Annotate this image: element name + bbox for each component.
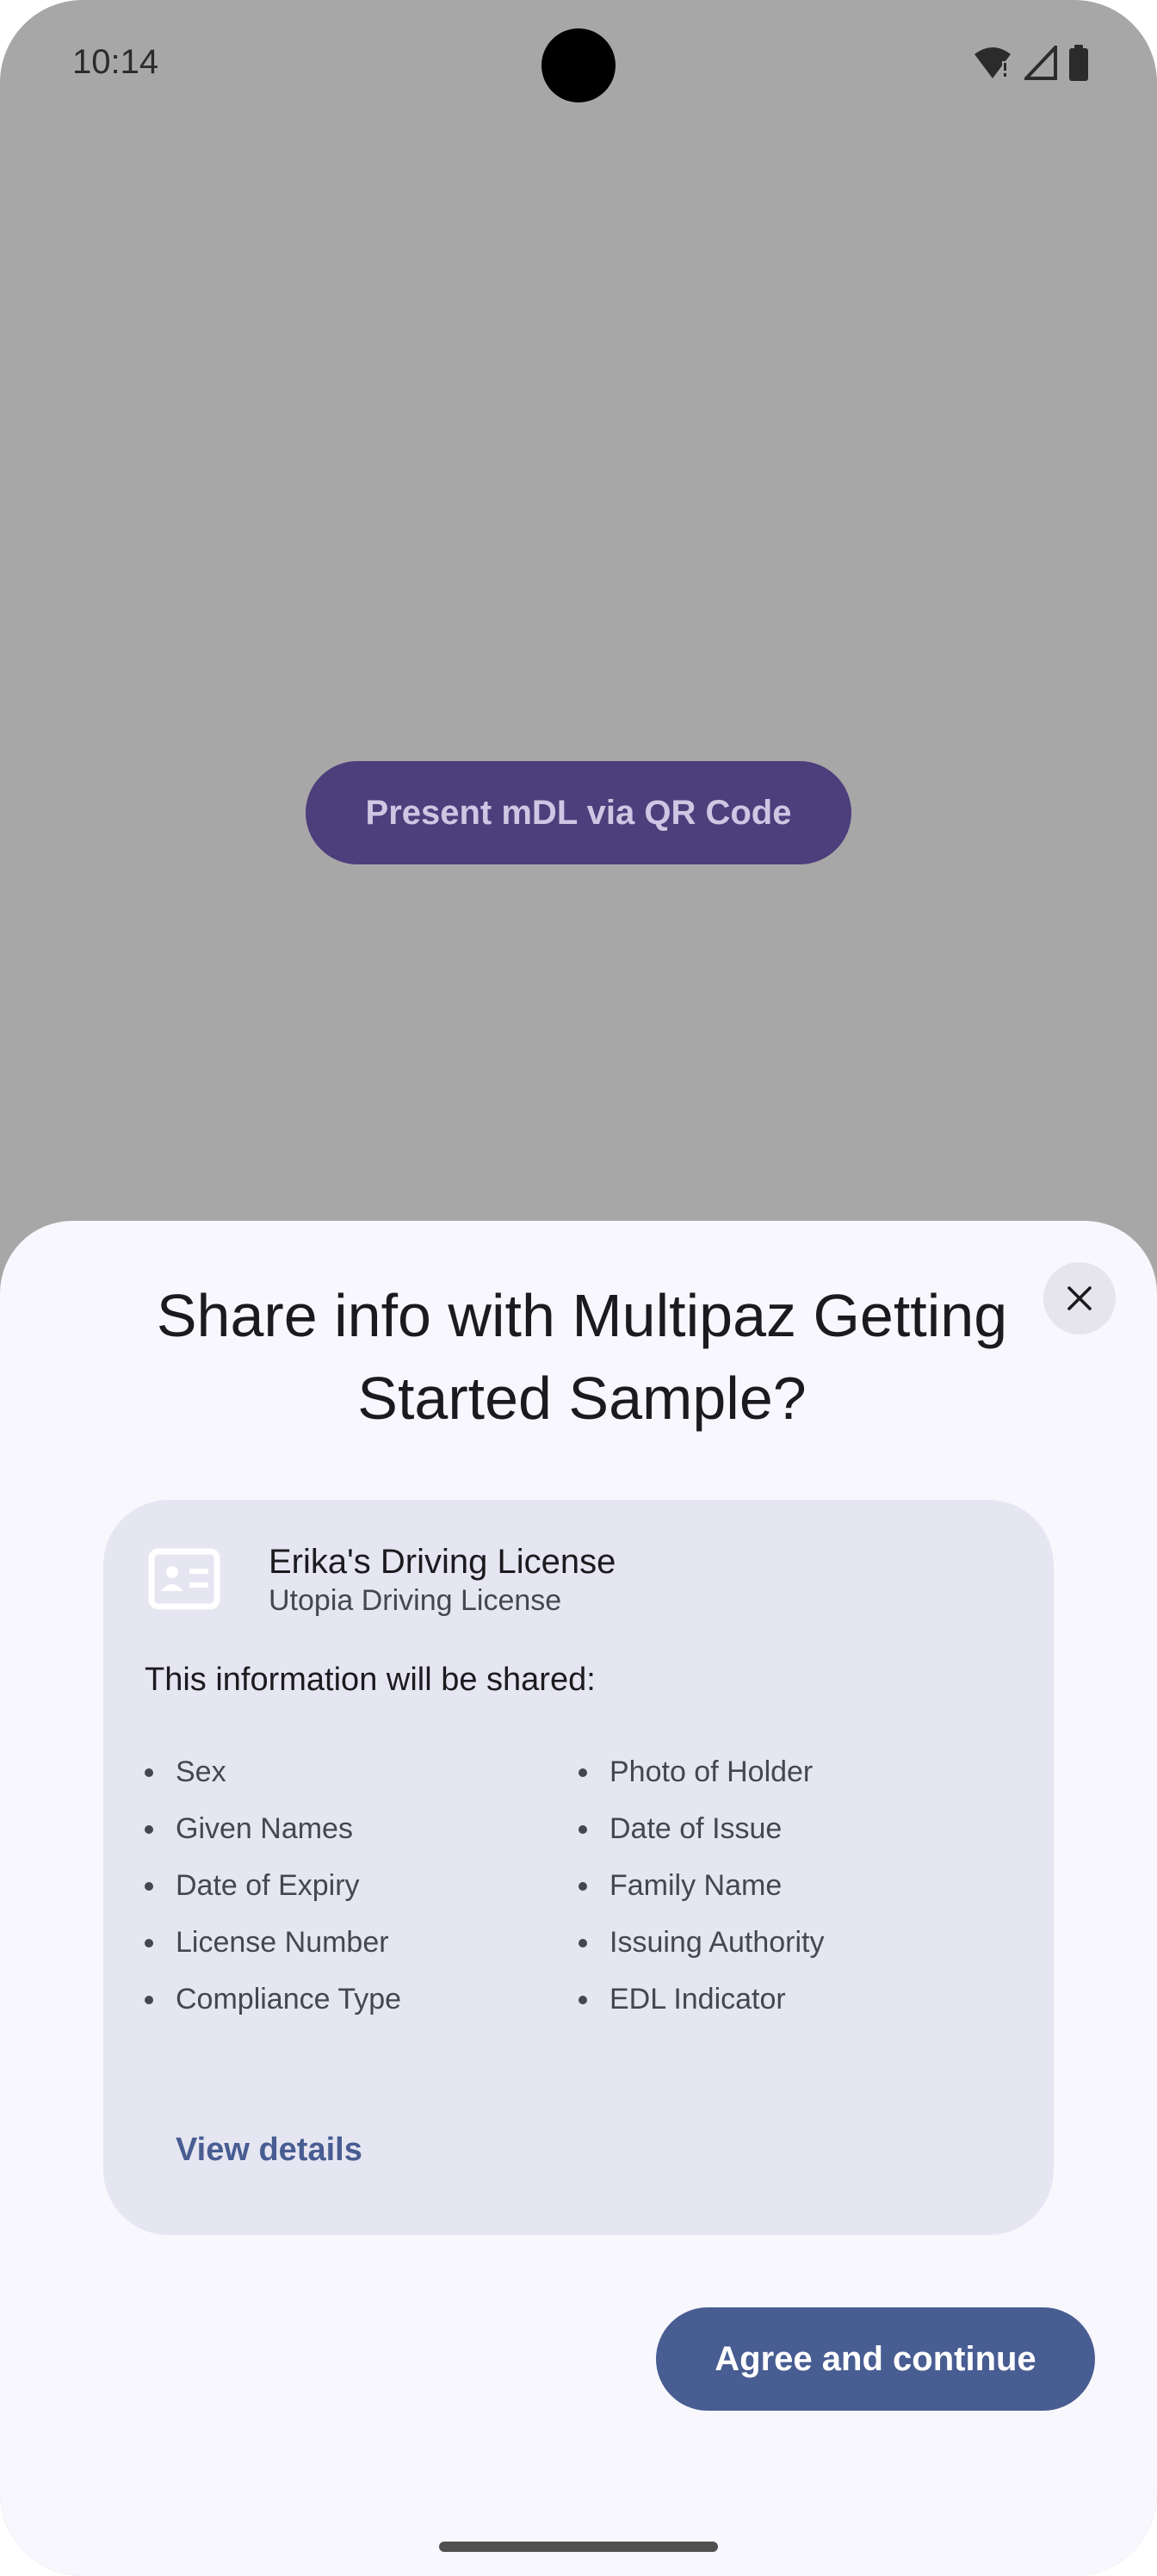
credential-subtitle: Utopia Driving License	[269, 1584, 562, 1617]
list-item: Date of Expiry	[145, 1866, 401, 1923]
status-icons	[973, 45, 1088, 81]
view-details-link[interactable]: View details	[176, 2132, 362, 2169]
list-item: EDL Indicator	[578, 1979, 824, 2036]
list-item: Photo of Holder	[578, 1752, 824, 1809]
id-card-icon	[148, 1548, 220, 1610]
close-icon	[1067, 1286, 1092, 1310]
sheet-title: Share info with Multipaz Getting Started…	[156, 1282, 1008, 1432]
wifi-alert-icon	[974, 47, 1011, 78]
list-item: Issuing Authority	[578, 1923, 824, 1979]
phone-screen: 10:14 Present mDL via QR Code Share info…	[0, 0, 1157, 2576]
shared-info-heading: This information will be shared:	[145, 1662, 596, 1698]
shared-items-right: Photo of Holder Date of Issue Family Nam…	[578, 1752, 824, 2036]
status-time: 10:14	[72, 43, 159, 81]
camera-cutout	[541, 28, 616, 102]
list-item: Compliance Type	[145, 1979, 401, 2036]
list-item: Sex	[145, 1752, 401, 1809]
list-item: Family Name	[578, 1866, 824, 1923]
present-mdl-qr-button[interactable]: Present mDL via QR Code	[306, 761, 851, 864]
battery-icon	[1069, 45, 1088, 81]
list-item: Date of Issue	[578, 1809, 824, 1866]
credential-title: Erika's Driving License	[269, 1543, 616, 1581]
list-item: Given Names	[145, 1809, 401, 1866]
list-item: License Number	[145, 1923, 401, 1979]
shared-items-left: Sex Given Names Date of Expiry License N…	[145, 1752, 401, 2036]
home-indicator[interactable]	[439, 2542, 718, 2552]
signal-icon	[1024, 46, 1057, 80]
agree-and-continue-button[interactable]: Agree and continue	[656, 2307, 1095, 2411]
